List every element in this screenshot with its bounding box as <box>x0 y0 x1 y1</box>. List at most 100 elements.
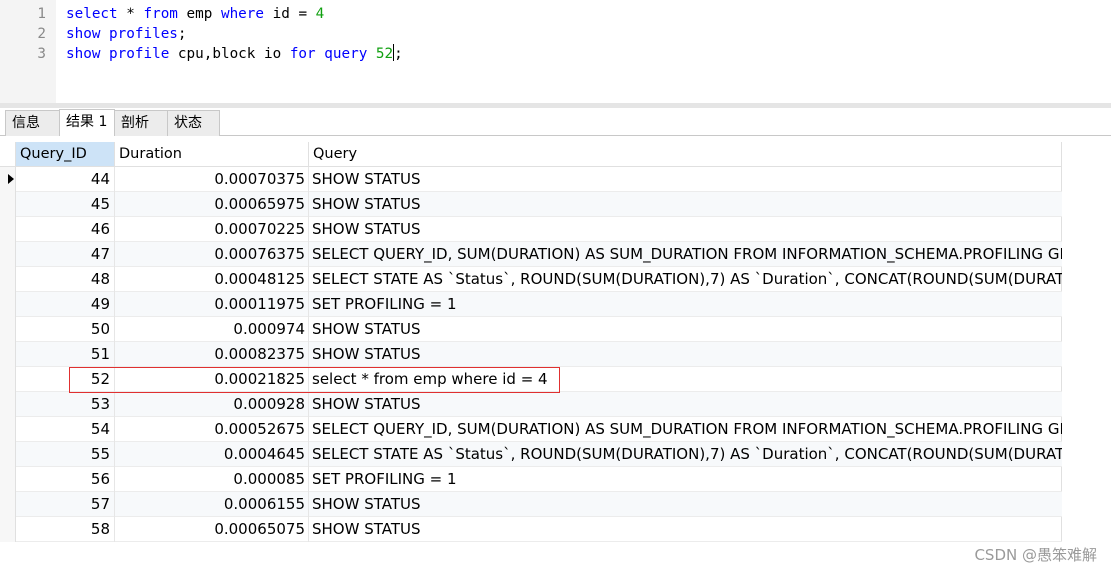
table-row[interactable]: 58 0.00065075 SHOW STATUS <box>0 517 1062 542</box>
row-selector[interactable] <box>0 342 16 367</box>
cell-duration[interactable]: 0.00070225 <box>115 217 309 242</box>
cell-duration[interactable]: 0.000085 <box>115 467 309 492</box>
code-line[interactable]: 1 select * from emp where id = 4 <box>0 4 1111 24</box>
column-header-query[interactable]: Query <box>309 142 1062 167</box>
sql-keyword: profiles <box>109 26 178 42</box>
cell-query[interactable]: SHOW STATUS <box>312 192 1062 217</box>
cell-duration[interactable]: 0.00065975 <box>115 192 309 217</box>
cell-duration[interactable]: 0.00048125 <box>115 267 309 292</box>
table-row[interactable]: 52 0.00021825 select * from emp where id =… <box>0 367 1062 392</box>
cell-query-id[interactable]: 46 <box>16 217 115 242</box>
cell-query-id[interactable]: 52 <box>16 367 115 392</box>
cell-query-id[interactable]: 49 <box>16 292 115 317</box>
cell-query-id[interactable]: 53 <box>16 392 115 417</box>
code-line[interactable]: 2 show profiles; <box>0 24 1111 44</box>
cell-query[interactable]: SELECT QUERY_ID, SUM(DURATION) AS SUM_DU… <box>312 417 1062 442</box>
cell-duration[interactable]: 0.00065075 <box>115 517 309 542</box>
sql-text: emp <box>177 6 221 22</box>
cell-query-id[interactable]: 56 <box>16 467 115 492</box>
sql-keyword: select <box>66 6 118 22</box>
table-row[interactable]: 53 0.000928 SHOW STATUS <box>0 392 1062 417</box>
cell-query[interactable]: SELECT QUERY_ID, SUM(DURATION) AS SUM_DU… <box>312 242 1062 267</box>
row-selector[interactable] <box>0 292 16 317</box>
cell-query-id[interactable]: 58 <box>16 517 115 542</box>
cell-duration[interactable]: 0.00082375 <box>115 342 309 367</box>
cell-query[interactable]: select * from emp where id = 4 <box>312 367 1062 392</box>
row-selector[interactable] <box>0 317 16 342</box>
cell-query-id[interactable]: 51 <box>16 342 115 367</box>
sql-keyword: show <box>66 26 101 42</box>
table-row[interactable]: 46 0.00070225 SHOW STATUS <box>0 217 1062 242</box>
column-header-query-id[interactable]: Query_ID <box>16 142 115 167</box>
cell-query-id[interactable]: 50 <box>16 317 115 342</box>
row-selector[interactable] <box>0 217 16 242</box>
row-selector[interactable] <box>0 192 16 217</box>
cell-query-id[interactable]: 54 <box>16 417 115 442</box>
table-row[interactable]: 50 0.000974 SHOW STATUS <box>0 317 1062 342</box>
row-selector[interactable] <box>0 517 16 542</box>
sql-editor[interactable]: 1 select * from emp where id = 4 2 show pro… <box>0 0 1111 103</box>
code-line[interactable]: 3 show profile cpu,block io for query 52; <box>0 44 1111 64</box>
cell-query[interactable]: SHOW STATUS <box>312 392 1062 417</box>
row-selector[interactable] <box>0 442 16 467</box>
table-row[interactable]: 55 0.0004645 SELECT STATE AS `Status`, ROU… <box>0 442 1062 467</box>
cell-query-id[interactable]: 55 <box>16 442 115 467</box>
sql-keyword: profile <box>109 46 170 62</box>
cell-duration[interactable]: 0.00011975 <box>115 292 309 317</box>
table-row[interactable]: 56 0.000085 SET PROFILING = 1 <box>0 467 1062 492</box>
result-grid[interactable]: Query_ID Duration Query 44 0.00070375 SHOW… <box>0 142 1062 542</box>
cell-duration[interactable]: 0.000928 <box>115 392 309 417</box>
cell-query[interactable]: SELECT STATE AS `Status`, ROUND(SUM(DURA… <box>312 442 1062 467</box>
table-row[interactable]: 48 0.00048125 SELECT STATE AS `Status`, RO… <box>0 267 1062 292</box>
cell-query-id[interactable]: 47 <box>16 242 115 267</box>
cell-duration[interactable]: 0.00070375 <box>115 167 309 192</box>
row-selector[interactable] <box>0 367 16 392</box>
table-row[interactable]: 49 0.00011975 SET PROFILING = 1 <box>0 292 1062 317</box>
cell-query[interactable]: SELECT STATE AS `Status`, ROUND(SUM(DURA… <box>312 267 1062 292</box>
cell-duration[interactable]: 0.000974 <box>115 317 309 342</box>
cell-query-id[interactable]: 45 <box>16 192 115 217</box>
row-selector[interactable] <box>0 267 16 292</box>
cell-query-id[interactable]: 57 <box>16 492 115 517</box>
cell-duration[interactable]: 0.00076375 <box>115 242 309 267</box>
cell-query[interactable]: SHOW STATUS <box>312 342 1062 367</box>
row-selector[interactable] <box>0 417 16 442</box>
tab-result-1[interactable]: 结果 1 <box>59 109 115 136</box>
cell-duration[interactable]: 0.00021825 <box>115 367 309 392</box>
code-text: show profile cpu,block io for query 52; <box>66 44 403 64</box>
table-row[interactable]: 57 0.0006155 SHOW STATUS <box>0 492 1062 517</box>
cell-query[interactable]: SHOW STATUS <box>312 167 1062 192</box>
line-number: 3 <box>37 46 46 62</box>
sql-keyword: query <box>324 46 368 62</box>
row-selector[interactable] <box>0 467 16 492</box>
sql-text: ; <box>394 46 403 62</box>
tab-profile[interactable]: 剖析 <box>114 110 168 136</box>
table-row[interactable]: 45 0.00065975 SHOW STATUS <box>0 192 1062 217</box>
sql-text: id = <box>264 6 316 22</box>
tab-info[interactable]: 信息 <box>5 110 60 136</box>
cell-query-id[interactable]: 48 <box>16 267 115 292</box>
grid-corner <box>0 142 16 167</box>
cell-query[interactable]: SHOW STATUS <box>312 217 1062 242</box>
table-row[interactable]: 54 0.00052675 SELECT QUERY_ID, SUM(DURATIO… <box>0 417 1062 442</box>
row-selector[interactable] <box>0 167 16 192</box>
cell-query[interactable]: SHOW STATUS <box>312 317 1062 342</box>
cell-query[interactable]: SHOW STATUS <box>312 517 1062 542</box>
cell-duration[interactable]: 0.0004645 <box>115 442 309 467</box>
cell-duration[interactable]: 0.0006155 <box>115 492 309 517</box>
table-row[interactable]: 44 0.00070375 SHOW STATUS <box>0 167 1062 192</box>
cell-query[interactable]: SET PROFILING = 1 <box>312 467 1062 492</box>
sql-number: 4 <box>315 6 325 22</box>
cell-duration[interactable]: 0.00052675 <box>115 417 309 442</box>
cell-query-id[interactable]: 44 <box>16 167 115 192</box>
tab-status[interactable]: 状态 <box>167 110 220 136</box>
row-selector[interactable] <box>0 392 16 417</box>
cell-query[interactable]: SET PROFILING = 1 <box>312 292 1062 317</box>
cell-query[interactable]: SHOW STATUS <box>312 492 1062 517</box>
row-selector[interactable] <box>0 242 16 267</box>
column-header-duration[interactable]: Duration <box>115 142 309 167</box>
table-row[interactable]: 51 0.00082375 SHOW STATUS <box>0 342 1062 367</box>
row-selector[interactable] <box>0 492 16 517</box>
table-row[interactable]: 47 0.00076375 SELECT QUERY_ID, SUM(DURATIO… <box>0 242 1062 267</box>
